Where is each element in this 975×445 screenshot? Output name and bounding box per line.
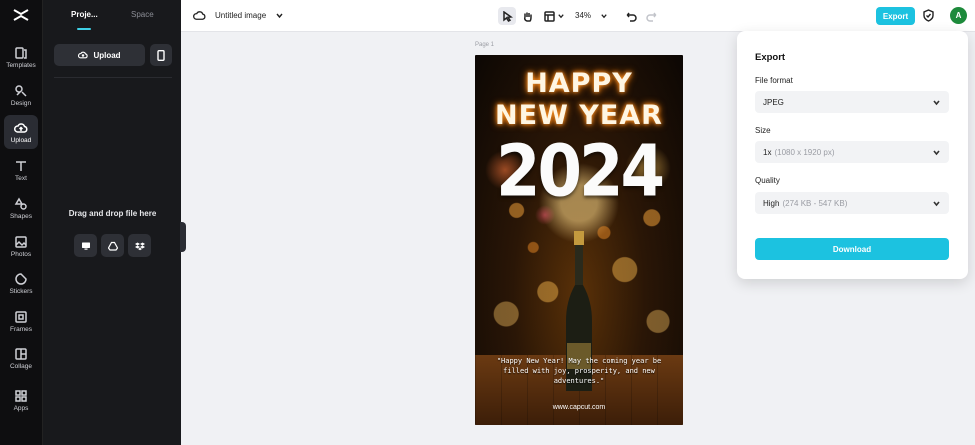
export-button[interactable]: Export — [876, 7, 915, 25]
mobile-upload-button[interactable] — [150, 44, 172, 66]
file-format-value: JPEG — [763, 97, 784, 107]
upload-button[interactable]: Upload — [54, 44, 145, 66]
layout-icon — [543, 10, 555, 22]
stickers-icon — [15, 272, 27, 285]
apps-icon — [15, 389, 27, 402]
text-icon — [16, 160, 26, 171]
rail-label: Apps — [13, 404, 29, 412]
export-panel: Export File format JPEG Size 1x (1080 x … — [737, 31, 968, 279]
rail-item-photos[interactable]: Photos — [4, 229, 38, 263]
page-label: Page 1 — [475, 42, 495, 48]
tab-space[interactable]: Space — [131, 10, 154, 19]
dropbox-icon — [134, 242, 145, 250]
cloud-sync-icon — [193, 11, 206, 20]
monitor-icon — [81, 242, 90, 250]
poster-headline-new-year: NEW YEAR — [495, 100, 663, 131]
rail-item-shapes[interactable]: Shapes — [4, 191, 38, 225]
quality-hint: (274 KB - 547 KB) — [782, 198, 848, 208]
dropbox-button[interactable] — [128, 234, 151, 257]
rail-item-text[interactable]: Text — [4, 153, 38, 187]
select-tool-button[interactable] — [498, 7, 516, 25]
design-icon — [15, 84, 27, 97]
upload-panel: Proje... Space Upload Drag and drop file… — [42, 0, 181, 445]
collapse-panel-handle[interactable] — [180, 222, 186, 252]
rail-item-design[interactable]: Design — [4, 78, 38, 112]
rail-item-frames[interactable]: Frames — [4, 304, 38, 338]
top-bar: Untitled image 34% Export A — [181, 0, 975, 32]
rail-item-apps[interactable]: Apps — [4, 383, 38, 417]
poster-image[interactable]: HAPPY NEW YEAR 2024 "Happy New Year! May… — [475, 55, 683, 425]
quality-select[interactable]: High (274 KB - 547 KB) — [755, 192, 949, 214]
undo-icon — [626, 12, 637, 22]
upload-from-device-button[interactable] — [74, 234, 97, 257]
chevron-down-icon — [933, 150, 940, 156]
size-hint: (1080 x 1920 px) — [774, 147, 835, 157]
chevron-down-icon[interactable] — [275, 11, 284, 20]
redo-icon — [645, 12, 656, 22]
poster-website: www.capcut.com — [552, 404, 606, 411]
pointer-icon — [502, 10, 513, 22]
rail-label: Text — [15, 174, 27, 182]
drop-zone-text: Drag and drop file here — [68, 209, 157, 218]
templates-icon — [15, 46, 27, 59]
poster-year: 2024 — [495, 130, 665, 214]
poster-quote: "Happy New Year! May the coming year be … — [496, 357, 662, 385]
rail-label: Design — [10, 99, 32, 107]
quality-label: Quality — [755, 176, 780, 185]
file-format-select[interactable]: JPEG — [755, 91, 949, 113]
quality-value: High — [763, 198, 780, 208]
chevron-down-icon — [933, 201, 940, 207]
collage-icon — [15, 347, 27, 360]
upload-cloud-icon — [78, 51, 89, 59]
file-format-label: File format — [755, 76, 793, 85]
poster-headline-happy: HAPPY — [525, 68, 633, 99]
size-select[interactable]: 1x (1080 x 1920 px) — [755, 141, 949, 163]
chevron-down-icon[interactable] — [557, 12, 565, 20]
tab-projects[interactable]: Proje... — [71, 10, 98, 19]
left-rail: Templates Design Upload Text Shapes Phot… — [0, 0, 42, 445]
google-drive-icon — [107, 241, 118, 251]
upload-cloud-icon — [14, 122, 28, 133]
google-drive-button[interactable] — [101, 234, 124, 257]
chevron-down-icon[interactable] — [600, 12, 608, 20]
rail-label: Upload — [10, 136, 32, 144]
zoom-level[interactable]: 34% — [575, 11, 591, 20]
divider — [54, 77, 172, 78]
hand-tool-button[interactable] — [518, 7, 536, 25]
size-value: 1x — [763, 147, 772, 157]
layout-menu-button[interactable] — [540, 7, 558, 25]
download-button[interactable]: Download — [755, 238, 949, 260]
rail-label: Collage — [9, 362, 33, 370]
rail-label: Photos — [10, 250, 32, 258]
rail-label: Frames — [9, 325, 33, 333]
size-label: Size — [755, 126, 771, 135]
shield-icon[interactable] — [922, 9, 935, 22]
rail-item-templates[interactable]: Templates — [4, 40, 38, 74]
document-title[interactable]: Untitled image — [215, 11, 266, 20]
photos-icon — [15, 235, 27, 248]
rail-label: Stickers — [9, 287, 33, 295]
app-window: Templates Design Upload Text Shapes Phot… — [0, 0, 975, 445]
chevron-down-icon — [933, 100, 940, 106]
phone-icon — [157, 49, 165, 61]
rail-label: Shapes — [9, 212, 33, 220]
hand-icon — [523, 12, 532, 22]
upload-button-label: Upload — [93, 50, 121, 60]
redo-button[interactable] — [642, 7, 660, 25]
rail-label: Templates — [6, 61, 36, 69]
rail-item-stickers[interactable]: Stickers — [4, 266, 38, 300]
frames-icon — [15, 310, 27, 323]
shapes-icon — [14, 197, 27, 210]
export-panel-title: Export — [755, 52, 786, 63]
rail-item-collage[interactable]: Collage — [4, 341, 38, 375]
active-tab-indicator — [77, 28, 91, 30]
undo-button[interactable] — [622, 7, 640, 25]
capcut-logo-icon — [13, 9, 29, 21]
avatar[interactable]: A — [950, 7, 967, 24]
rail-item-upload[interactable]: Upload — [4, 115, 38, 149]
